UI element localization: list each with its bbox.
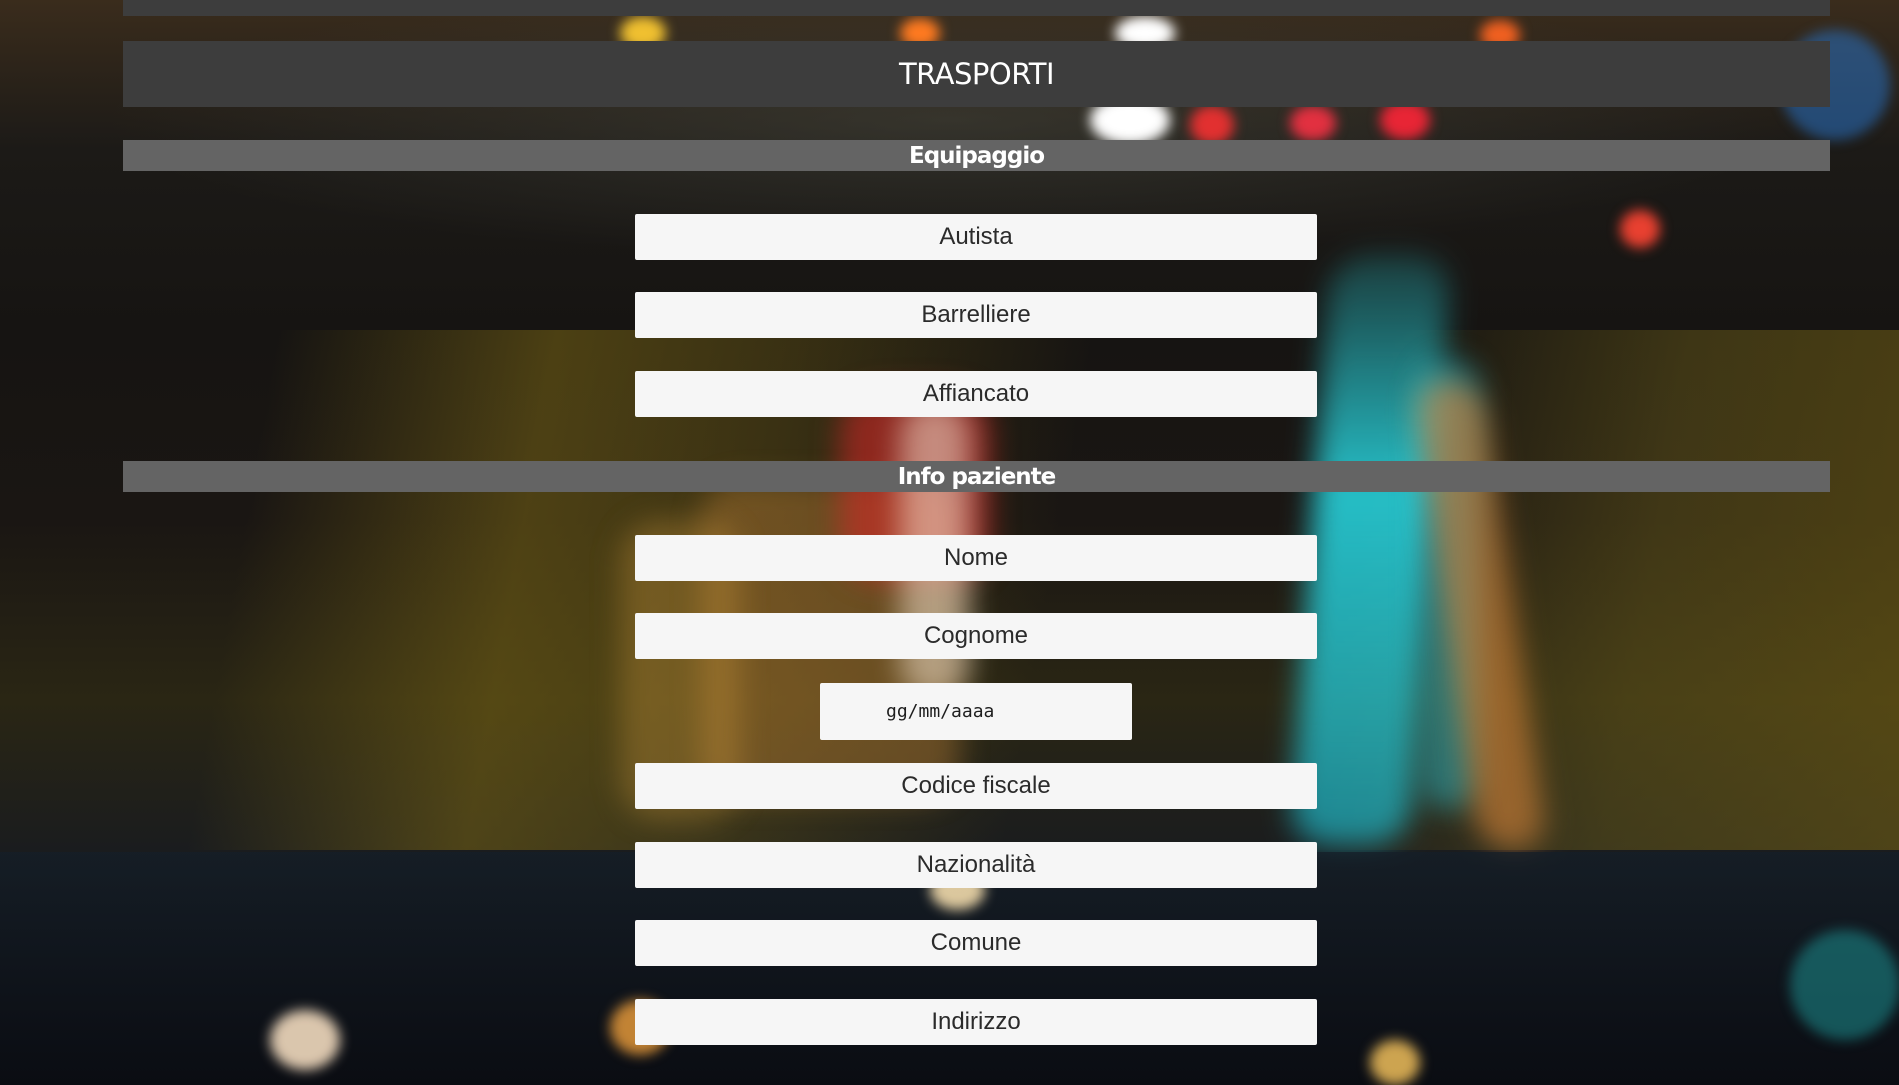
bokeh-light <box>1190 105 1234 145</box>
section-title-crew: Equipaggio <box>908 142 1045 169</box>
section-title-patient: Info paziente <box>897 463 1057 490</box>
first-name-field[interactable] <box>635 535 1317 581</box>
trainee-field[interactable] <box>635 371 1317 417</box>
driver-field[interactable] <box>635 214 1317 260</box>
address-field[interactable] <box>635 999 1317 1045</box>
page-header: TRASPORTI <box>123 41 1830 107</box>
stretcher-bearer-field[interactable] <box>635 292 1317 338</box>
bokeh-light <box>1290 105 1336 141</box>
birth-date-placeholder: gg/mm/aaaa <box>886 701 995 722</box>
bokeh-light <box>1370 1040 1420 1085</box>
section-header-patient: Info paziente <box>123 461 1830 492</box>
birth-date-field[interactable]: gg/mm/aaaa <box>820 683 1132 740</box>
municipality-field[interactable] <box>635 920 1317 966</box>
top-bar-strip <box>123 0 1830 16</box>
section-header-crew: Equipaggio <box>123 140 1830 171</box>
last-name-field[interactable] <box>635 613 1317 659</box>
nationality-field[interactable] <box>635 842 1317 888</box>
tax-code-field[interactable] <box>635 763 1317 809</box>
bokeh-light <box>1620 210 1660 248</box>
page-title: TRASPORTI <box>898 57 1055 91</box>
bokeh-light <box>270 1010 340 1070</box>
bokeh-light <box>1790 930 1899 1040</box>
